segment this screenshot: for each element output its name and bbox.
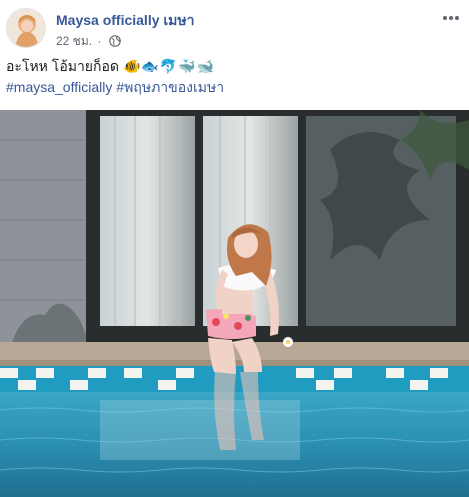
- hashtag-link[interactable]: #maysa_officially: [6, 79, 112, 95]
- hashtag-list: #maysa_officially #พฤษภาของเมษา: [6, 77, 461, 98]
- globe-icon[interactable]: [108, 35, 121, 50]
- avatar-image: [7, 9, 45, 47]
- facebook-post: Maysa officially เมษา 22 ชม. · อะโหห โอ้…: [0, 0, 469, 497]
- hashtag-link[interactable]: #พฤษภาของเมษา: [116, 79, 224, 95]
- post-photo[interactable]: [0, 110, 469, 497]
- post-timestamp[interactable]: 22 ชม.: [56, 34, 92, 48]
- caption-line: อะโหห โอ้มายก็อด 🐠🐟🐬🐳🐋: [6, 56, 461, 77]
- author-name-link[interactable]: Maysa officially เมษา: [56, 10, 194, 32]
- pool-photo-image: [0, 110, 469, 497]
- post-caption: อะโหห โอ้มายก็อด 🐠🐟🐬🐳🐋 #maysa_officially #…: [6, 56, 461, 98]
- author-avatar[interactable]: [6, 8, 46, 48]
- post-meta: 22 ชม. ·: [56, 32, 121, 51]
- meta-separator: ·: [97, 34, 102, 48]
- caption-emojis: 🐠🐟🐬🐳🐋: [123, 58, 216, 74]
- more-horizontal-icon[interactable]: [436, 8, 466, 28]
- caption-text: อะโหห โอ้มายก็อด: [6, 58, 119, 74]
- post-header: Maysa officially เมษา 22 ชม. ·: [0, 0, 469, 56]
